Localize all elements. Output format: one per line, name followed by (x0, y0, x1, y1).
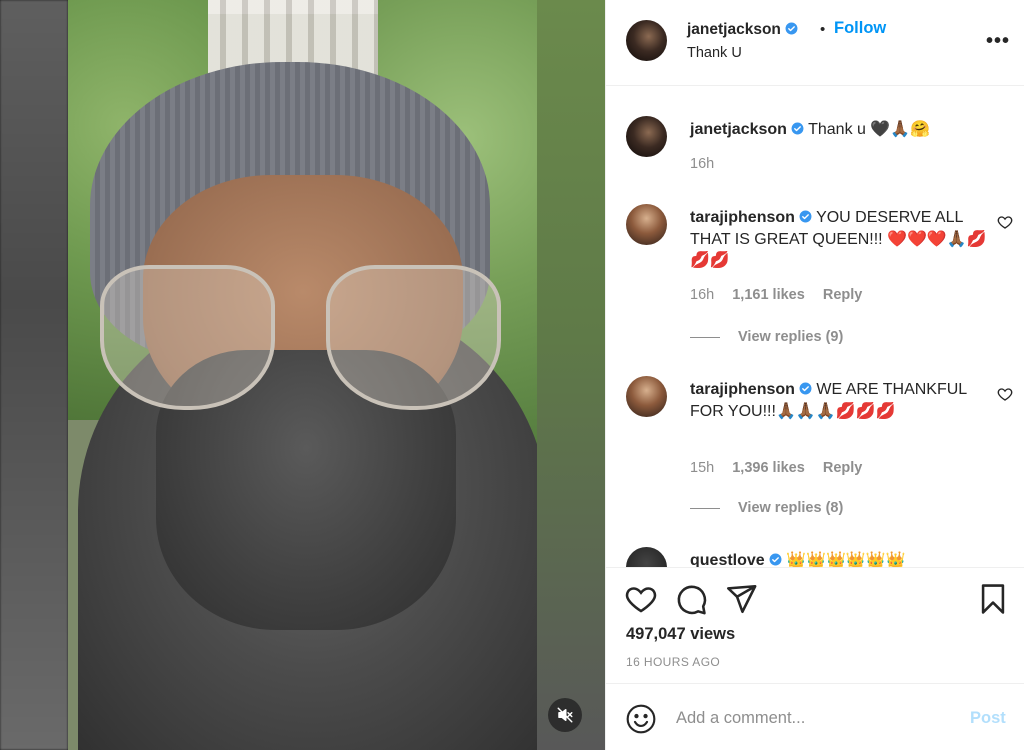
view-replies-label: View replies (9) (738, 329, 844, 345)
video-blur-left (0, 0, 68, 750)
reply-button[interactable]: Reply (823, 460, 863, 476)
avatar[interactable] (626, 376, 667, 417)
comment-icon[interactable] (674, 582, 708, 616)
post-comment-button[interactable]: Post (970, 709, 1006, 728)
views-count[interactable]: 497,047 views (626, 625, 735, 644)
comment-username[interactable]: janetjackson (690, 121, 787, 138)
like-comment-heart-icon[interactable] (997, 214, 1013, 230)
follow-button[interactable]: Follow (834, 19, 886, 38)
post-subtitle: Thank U (687, 45, 742, 61)
video-player[interactable] (0, 0, 605, 750)
verified-badge-icon (791, 122, 804, 135)
post-header: janetjackson • Follow Thank U ••• (606, 0, 1024, 86)
post-actions: 497,047 views 16 HOURS AGO (606, 567, 1024, 683)
comment-time[interactable]: 15h (690, 460, 714, 476)
post-side-panel: janetjackson • Follow Thank U ••• janetj… (605, 0, 1024, 750)
avatar[interactable] (626, 547, 667, 567)
replies-divider (690, 507, 720, 509)
comment-text: 👑👑👑👑👑👑 (786, 552, 906, 567)
view-replies-button[interactable]: View replies (8) (690, 500, 843, 516)
verified-badge-icon (799, 382, 812, 395)
paper-plane-icon[interactable] (724, 582, 758, 616)
verified-badge-icon (769, 553, 782, 566)
comment-likes[interactable]: 1,161 likes (732, 287, 805, 303)
view-replies-button[interactable]: View replies (9) (690, 329, 843, 345)
video-blur-right (537, 0, 605, 750)
comment-time[interactable]: 16h (690, 287, 714, 303)
smiley-icon[interactable] (625, 703, 657, 735)
comment-username[interactable]: questlove (690, 552, 765, 567)
more-options-button[interactable]: ••• (986, 30, 1010, 53)
add-comment-bar: Post (606, 683, 1024, 750)
mute-button[interactable] (548, 698, 582, 732)
header-separator-dot: • (820, 21, 826, 38)
video-person-glasses-left (100, 265, 275, 410)
avatar[interactable] (626, 116, 667, 157)
comment-username[interactable]: tarajiphenson (690, 209, 795, 226)
comments-list[interactable]: janetjackson Thank u 🖤🙏🏾🤗 16h tarajiphen… (606, 87, 1024, 567)
author-username[interactable]: janetjackson (687, 21, 781, 38)
comment-input[interactable] (676, 704, 946, 732)
comment-time[interactable]: 16h (690, 156, 714, 172)
instagram-post-view: janetjackson • Follow Thank U ••• janetj… (0, 0, 1024, 750)
like-comment-heart-icon[interactable] (997, 386, 1013, 402)
verified-badge-icon (799, 210, 812, 223)
post-age[interactable]: 16 HOURS AGO (626, 655, 720, 669)
video-frame[interactable] (68, 0, 537, 750)
view-replies-label: View replies (8) (738, 500, 844, 516)
comment-likes[interactable]: 1,396 likes (732, 460, 805, 476)
comment-text: Thank u 🖤🙏🏾🤗 (808, 121, 931, 138)
speaker-muted-icon (557, 707, 573, 723)
reply-button[interactable]: Reply (823, 287, 863, 303)
comment-username[interactable]: tarajiphenson (690, 381, 795, 398)
heart-icon[interactable] (624, 582, 658, 616)
avatar[interactable] (626, 204, 667, 245)
replies-divider (690, 336, 720, 338)
bookmark-icon[interactable] (976, 582, 1010, 616)
verified-badge-icon (785, 22, 798, 35)
video-person-glasses-right (326, 265, 501, 410)
author-avatar[interactable] (626, 20, 667, 61)
